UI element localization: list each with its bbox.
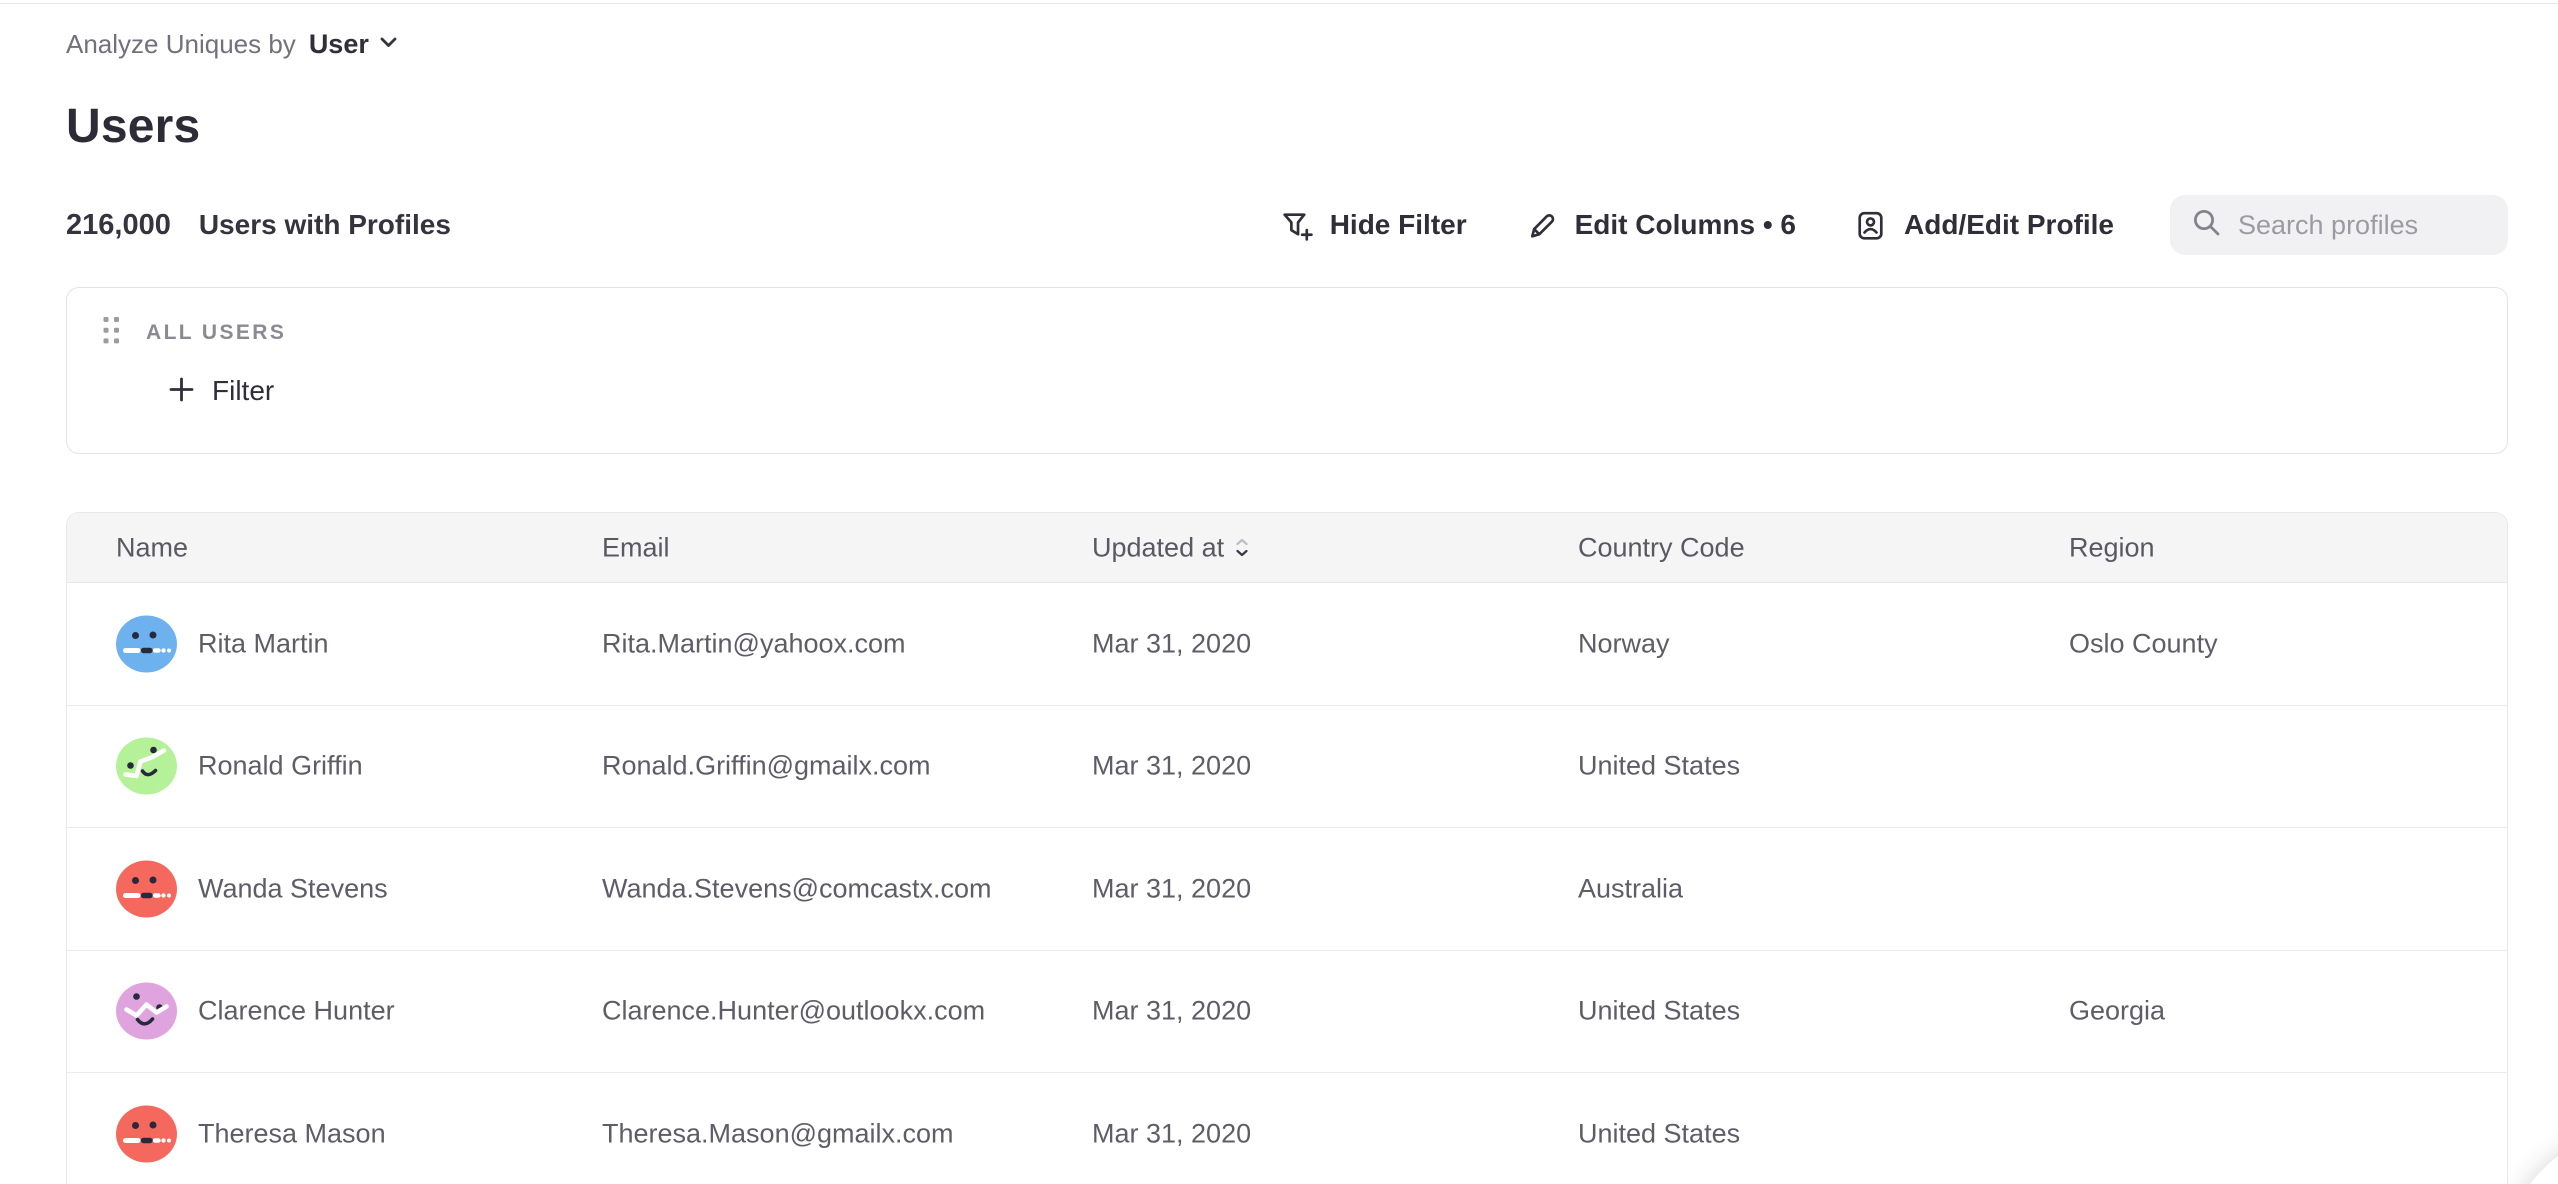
avatar [116, 983, 177, 1040]
cell-updated-at: Mar 31, 2020 [1092, 751, 1251, 782]
toolbar-actions: Hide Filter Edit Columns • 6 Add/Edit Pr… [1278, 195, 2508, 255]
analyze-by-value: User [309, 29, 369, 60]
analyze-by-dropdown[interactable]: User [309, 29, 397, 60]
chevron-down-icon [380, 35, 397, 53]
avatar [116, 738, 177, 795]
cell-region: Georgia [2069, 996, 2165, 1027]
add-filter-label: Filter [212, 375, 274, 407]
cell-name: Ronald Griffin [198, 751, 363, 782]
table-row[interactable]: Theresa Mason Theresa.Mason@gmailx.com M… [67, 1073, 2507, 1184]
drag-handle-icon[interactable] [102, 315, 123, 351]
table-row[interactable]: Clarence Hunter Clarence.Hunter@outlookx… [67, 951, 2507, 1074]
cell-email: Ronald.Griffin@gmailx.com [602, 751, 931, 782]
pencil-icon [1523, 207, 1560, 244]
profile-count-label: Users with Profiles [199, 209, 451, 241]
top-divider [0, 3, 2558, 4]
cell-country-code: United States [1578, 996, 1740, 1027]
avatar [116, 615, 177, 672]
avatar [116, 1106, 177, 1163]
cell-country-code: Norway [1578, 628, 1670, 659]
hide-filter-button[interactable]: Hide Filter [1278, 207, 1467, 244]
column-header-email[interactable]: Email [602, 532, 670, 563]
column-header-updated-at[interactable]: Updated at [1092, 532, 1248, 563]
cell-name: Wanda Stevens [198, 873, 388, 904]
search-icon [2190, 206, 2223, 244]
column-header-region[interactable]: Region [2069, 532, 2155, 563]
cell-email: Rita.Martin@yahoox.com [602, 628, 906, 659]
analyze-uniques-row: Analyze Uniques by User [66, 24, 397, 64]
profile-count: 216,000 Users with Profiles [66, 209, 451, 242]
profile-count-value: 216,000 [66, 209, 171, 242]
column-header-country-code[interactable]: Country Code [1578, 532, 1745, 563]
cell-email: Wanda.Stevens@comcastx.com [602, 873, 992, 904]
add-filter-button[interactable]: Filter [168, 375, 274, 407]
cell-updated-at: Mar 31, 2020 [1092, 628, 1251, 659]
cell-email: Clarence.Hunter@outlookx.com [602, 996, 985, 1027]
cell-name: Clarence Hunter [198, 996, 395, 1027]
profile-card-icon [1852, 207, 1889, 244]
column-header-updated-at-label: Updated at [1092, 532, 1224, 563]
hide-filter-label: Hide Filter [1330, 209, 1467, 241]
cell-updated-at: Mar 31, 2020 [1092, 1119, 1251, 1150]
avatar [116, 860, 177, 917]
table-row[interactable]: Ronald Griffin Ronald.Griffin@gmailx.com… [67, 706, 2507, 829]
cell-region: Oslo County [2069, 628, 2218, 659]
table-row[interactable]: Rita Martin Rita.Martin@yahoox.com Mar 3… [67, 583, 2507, 706]
analyze-uniques-label: Analyze Uniques by [66, 29, 296, 60]
plus-icon [168, 376, 195, 406]
filter-group-row: ALL USERS [102, 315, 286, 351]
help-button[interactable] [2502, 1128, 2558, 1184]
stats-toolbar-row: 216,000 Users with Profiles Hide Filter … [66, 193, 2508, 257]
add-edit-profile-button[interactable]: Add/Edit Profile [1852, 207, 2114, 244]
filter-panel: ALL USERS Filter [66, 287, 2508, 454]
edit-columns-label: Edit Columns • 6 [1575, 209, 1796, 241]
column-header-name[interactable]: Name [116, 532, 188, 563]
cell-country-code: United States [1578, 751, 1740, 782]
filter-group-label: ALL USERS [146, 321, 286, 345]
users-table: Name Email Updated at Country Code Regio… [66, 512, 2508, 1184]
table-row[interactable]: Wanda Stevens Wanda.Stevens@comcastx.com… [67, 828, 2507, 951]
cell-updated-at: Mar 31, 2020 [1092, 873, 1251, 904]
sort-desc-icon [1236, 539, 1248, 557]
filter-plus-icon [1278, 207, 1315, 244]
table-header: Name Email Updated at Country Code Regio… [67, 513, 2507, 583]
edit-columns-button[interactable]: Edit Columns • 6 [1523, 207, 1796, 244]
cell-email: Theresa.Mason@gmailx.com [602, 1119, 954, 1150]
cell-name: Rita Martin [198, 628, 329, 659]
cell-updated-at: Mar 31, 2020 [1092, 996, 1251, 1027]
search-profiles [2170, 195, 2508, 255]
cell-country-code: United States [1578, 1119, 1740, 1150]
cell-name: Theresa Mason [198, 1119, 386, 1150]
users-page: Analyze Uniques by User Users 216,000 Us… [0, 0, 2558, 1184]
cell-country-code: Australia [1578, 873, 1683, 904]
page-title: Users [66, 99, 200, 154]
add-edit-profile-label: Add/Edit Profile [1904, 209, 2114, 241]
